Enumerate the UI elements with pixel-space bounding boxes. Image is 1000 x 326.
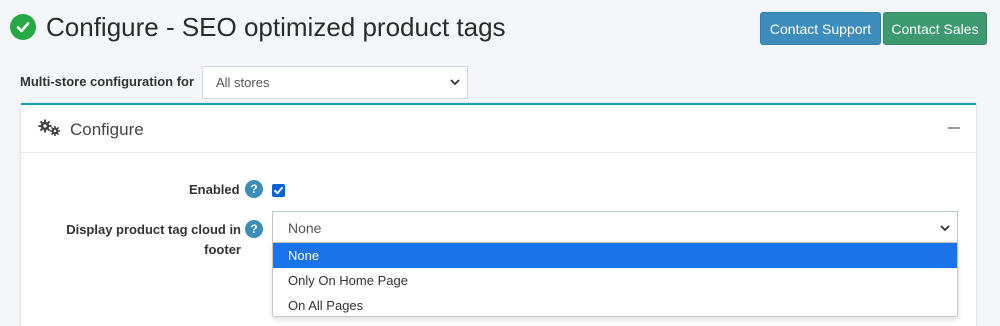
help-icon[interactable]: ? bbox=[245, 180, 263, 198]
tag-cloud-label: Display product tag cloud in footer bbox=[66, 222, 241, 257]
tag-cloud-select-value: None bbox=[288, 219, 322, 236]
multi-store-label: Multi-store configuration for bbox=[20, 74, 195, 89]
page-header: Configure - SEO optimized product tags C… bbox=[0, 0, 1000, 60]
enabled-label: Enabled bbox=[189, 182, 240, 197]
check-circle-icon bbox=[10, 14, 36, 40]
contact-support-button[interactable]: Contact Support bbox=[760, 12, 881, 45]
card-header[interactable]: Configure bbox=[21, 105, 976, 153]
dropdown-option-home-page[interactable]: Only On Home Page bbox=[273, 268, 957, 293]
cogs-icon bbox=[38, 119, 62, 142]
contact-sales-button[interactable]: Contact Sales bbox=[883, 12, 987, 45]
chevron-down-icon bbox=[449, 76, 461, 91]
page-title: Configure - SEO optimized product tags bbox=[46, 12, 506, 42]
collapse-icon[interactable] bbox=[948, 127, 960, 129]
dropdown-option-all-pages[interactable]: On All Pages bbox=[273, 293, 957, 318]
tag-cloud-dropdown: None Only On Home Page On All Pages bbox=[272, 242, 958, 317]
chevron-down-icon bbox=[939, 221, 951, 237]
store-select-value: All stores bbox=[216, 75, 270, 90]
dropdown-option-none[interactable]: None bbox=[273, 243, 957, 268]
help-icon[interactable]: ? bbox=[245, 220, 263, 238]
store-select[interactable]: All stores bbox=[202, 66, 468, 99]
enabled-checkbox[interactable] bbox=[272, 184, 285, 197]
card-title: Configure bbox=[70, 120, 144, 139]
tag-cloud-select[interactable]: None bbox=[272, 211, 958, 244]
